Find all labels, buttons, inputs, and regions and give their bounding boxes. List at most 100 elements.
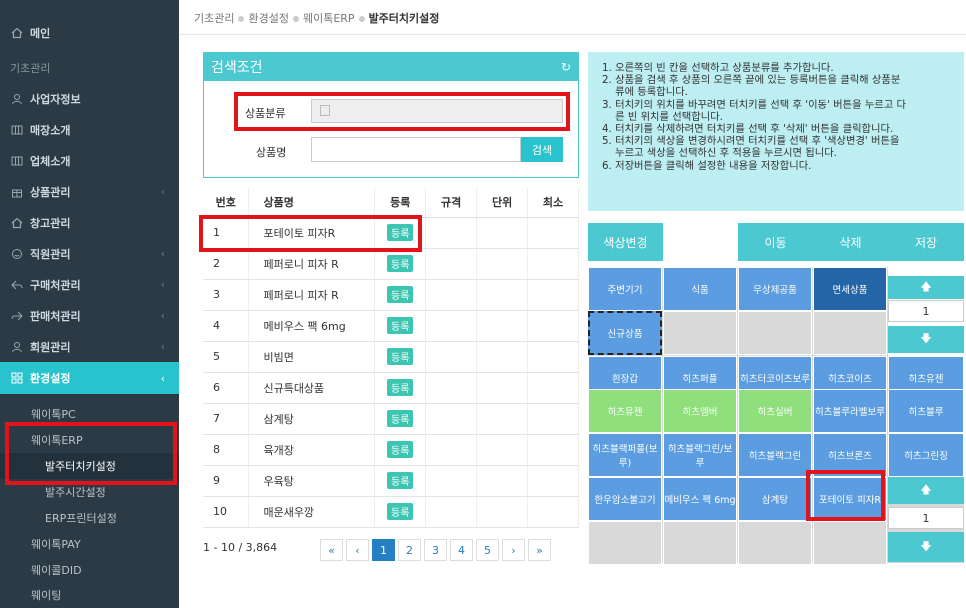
page-button[interactable]: 3 — [424, 539, 447, 561]
register-button[interactable]: 등록 — [387, 472, 414, 489]
sidebar-item-member[interactable]: 회원관리 ‹ — [0, 331, 179, 362]
breadcrumb-item[interactable]: 웨이톡ERP — [303, 12, 355, 25]
row-spec — [425, 310, 478, 342]
touch-key[interactable]: 히츠블랙그린/보루 — [663, 433, 737, 477]
page-button[interactable]: 2 — [398, 539, 421, 561]
page-next-button[interactable]: › — [502, 539, 525, 561]
category-key[interactable]: 식품 — [663, 267, 737, 311]
category-key-empty[interactable] — [663, 311, 737, 355]
touch-key-empty[interactable] — [738, 521, 812, 565]
category-key-empty[interactable] — [813, 311, 887, 355]
touch-key[interactable]: 히츠실버 — [738, 389, 812, 433]
sidebar-item-label: 메인 — [30, 26, 51, 40]
touch-key[interactable]: 한우암소불고기 — [588, 477, 662, 521]
chevron-left-icon: ‹ — [160, 309, 165, 322]
pager-range: 1 - 10 / 3,864 — [203, 541, 278, 554]
help-line: 누르고 색상을 선택하신 후 적용을 누르시면 됩니다. — [602, 147, 837, 160]
register-button[interactable]: 등록 — [387, 503, 414, 520]
table-row[interactable]: 2 페퍼로니 피자 R 등록 — [203, 248, 579, 280]
row-min — [527, 496, 579, 528]
row-register-cell: 등록 — [374, 279, 427, 311]
category-key-selected[interactable]: 신규상품 — [588, 311, 662, 355]
sidebar-item-purchase[interactable]: 구매처관리 ‹ — [0, 269, 179, 300]
sidebar-item-product[interactable]: 상품관리 ‹ — [0, 176, 179, 207]
sidebar-sub-waiting[interactable]: 웨이팅 — [0, 582, 179, 608]
register-button[interactable]: 등록 — [387, 317, 414, 334]
sidebar-item-sales[interactable]: 판매처관리 ‹ — [0, 300, 179, 331]
page-prev-button[interactable]: ‹ — [346, 539, 369, 561]
category-key[interactable]: 무상제공품 — [738, 267, 812, 311]
touch-key[interactable]: 메비우스 팩 6mg — [663, 477, 737, 521]
page-last-button[interactable]: » — [528, 539, 551, 561]
help-line: 른 빈 위치를 선택합니다. — [602, 110, 723, 123]
register-button[interactable]: 등록 — [387, 441, 414, 458]
row-spec — [425, 217, 478, 249]
arrow-down-icon[interactable]: 🡇 — [888, 326, 964, 353]
register-button[interactable]: 등록 — [387, 410, 414, 427]
page-button[interactable]: 4 — [450, 539, 473, 561]
color-change-button[interactable]: 색상변경 — [588, 223, 663, 261]
touch-key-empty[interactable] — [588, 521, 662, 565]
register-button[interactable]: 등록 — [387, 348, 414, 365]
category-key[interactable]: 주변기기 — [588, 267, 662, 311]
register-button[interactable]: 등록 — [387, 286, 414, 303]
sidebar-item-label: 판매처관리 — [30, 309, 81, 323]
touch-key[interactable]: 히츠블랙그린 — [738, 433, 812, 477]
page-button[interactable]: 1 — [372, 539, 395, 561]
sidebar-item-business[interactable]: 사업자정보 — [0, 83, 179, 114]
touch-key[interactable]: 히츠유젠 — [588, 389, 662, 433]
sidebar-item-store[interactable]: 매장소개 — [0, 114, 179, 145]
sidebar-item-main[interactable]: 메인 — [0, 17, 179, 48]
save-button[interactable]: 저장 — [888, 223, 964, 261]
register-button[interactable]: 등록 — [387, 379, 414, 396]
touch-key[interactable]: 히츠블루라벨보루 — [813, 389, 887, 433]
touch-key[interactable]: 히츠블랙퍼플(보루) — [588, 433, 662, 477]
sidebar-sub-erp-printer[interactable]: ERP프린터설정 — [0, 505, 179, 531]
refresh-icon[interactable]: ↻ — [561, 60, 571, 74]
row-product-name: 삼계탕 — [248, 403, 376, 435]
page-button[interactable]: 5 — [476, 539, 499, 561]
touch-key[interactable]: 히츠앰버 — [663, 389, 737, 433]
product-name-input[interactable] — [311, 137, 521, 162]
breadcrumb-item[interactable]: 환경설정 — [248, 12, 288, 25]
sidebar-item-staff[interactable]: 직원관리 ‹ — [0, 238, 179, 269]
search-button[interactable]: 검색 — [521, 137, 563, 162]
row-unit — [476, 496, 529, 528]
category-key-empty[interactable] — [738, 311, 812, 355]
row-number: 6 — [203, 372, 250, 404]
arrow-down-icon[interactable]: 🡇 — [888, 532, 964, 562]
sidebar-item-warehouse[interactable]: 창고관리 — [0, 207, 179, 238]
move-button[interactable]: 이동 — [738, 223, 813, 261]
chevron-left-icon: ‹ — [160, 247, 165, 260]
touch-key-empty[interactable] — [663, 521, 737, 565]
help-line: 2. 상품을 검색 후 상품의 오른쪽 끝에 있는 등록버튼을 클릭해 상품분 — [602, 74, 901, 87]
table-row[interactable]: 6 신규특대상품 등록 — [203, 372, 579, 404]
sidebar-sub-waycall-did[interactable]: 웨이콜DID — [0, 557, 179, 583]
table-row[interactable]: 8 육개장 등록 — [203, 434, 579, 466]
category-key[interactable]: 면세상품 — [813, 267, 887, 311]
arrow-up-icon[interactable]: 🡅 — [888, 477, 964, 504]
sidebar-item-settings[interactable]: 환경설정 ‹ — [0, 362, 179, 394]
touch-key[interactable]: 히츠블루 — [888, 389, 964, 433]
arrow-up-icon[interactable]: 🡅 — [888, 276, 964, 299]
table-row[interactable]: 5 비빔면 등록 — [203, 341, 579, 373]
breadcrumb-item[interactable]: 기초관리 — [194, 12, 234, 25]
table-row[interactable]: 3 페퍼로니 피자 R 등록 — [203, 279, 579, 311]
sidebar-sub-waytalk-pay[interactable]: 웨이톡PAY — [0, 531, 179, 557]
touch-key[interactable]: 삼계탕 — [738, 477, 812, 521]
table-row[interactable]: 4 메비우스 팩 6mg 등록 — [203, 310, 579, 342]
table-row[interactable]: 10 매운새우깡 등록 — [203, 496, 579, 528]
row-register-cell: 등록 — [374, 465, 427, 497]
highlight-box — [199, 215, 422, 252]
register-button[interactable]: 등록 — [387, 255, 414, 272]
help-line: 5. 터치키의 색상을 변경하시려면 터치키를 선택 후 '색상변경' 버튼을 — [602, 135, 900, 148]
page-first-button[interactable]: « — [320, 539, 343, 561]
table-row[interactable]: 7 삼계탕 등록 — [203, 403, 579, 435]
delete-button[interactable]: 삭제 — [813, 223, 888, 261]
touch-key-empty[interactable] — [813, 521, 887, 565]
touch-key[interactable]: 히츠그린징 — [888, 433, 964, 477]
table-row[interactable]: 9 우육탕 등록 — [203, 465, 579, 497]
sidebar-item-company[interactable]: 업체소개 — [0, 145, 179, 176]
breadcrumb-current: 발주터치키설정 — [368, 12, 440, 25]
pagination: « ‹ 1 2 3 4 5 › » — [320, 539, 551, 561]
